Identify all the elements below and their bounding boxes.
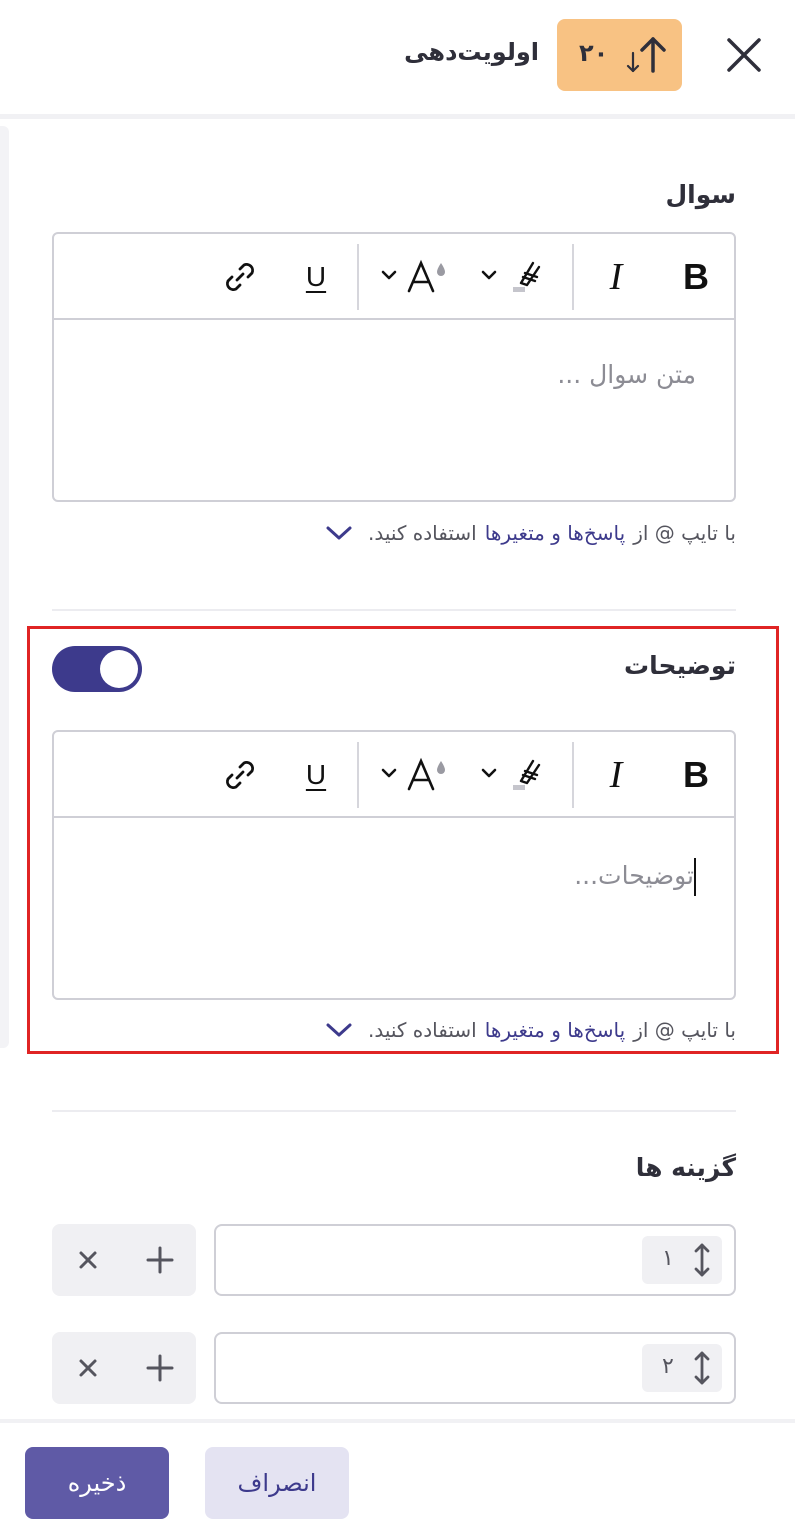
vertical-resize-icon bbox=[694, 1243, 710, 1277]
hint-prefix: با تایپ @ از bbox=[633, 1018, 736, 1042]
section-divider bbox=[52, 1110, 736, 1112]
drag-handle[interactable]: ۲ bbox=[642, 1344, 722, 1392]
option-index: ۲ bbox=[662, 1354, 674, 1379]
link-icon bbox=[226, 761, 254, 789]
underline-icon: U bbox=[305, 261, 327, 292]
toggle-knob bbox=[100, 650, 138, 688]
add-option-button[interactable] bbox=[130, 1224, 190, 1296]
option-actions bbox=[52, 1224, 196, 1296]
description-hint: با تایپ @ از پاسخ‌ها و متغیرها استفاده ک… bbox=[324, 1018, 736, 1042]
plus-icon bbox=[146, 1354, 174, 1382]
description-toggle[interactable] bbox=[52, 646, 142, 692]
font-color-icon bbox=[381, 757, 445, 791]
toolbar-divider bbox=[357, 742, 359, 808]
question-editor: B I U متن سوال ... bbox=[52, 232, 736, 502]
description-placeholder: توضیحات... bbox=[574, 861, 694, 890]
question-number: ۲۰ bbox=[579, 39, 609, 67]
question-type-badge: ۲۰ bbox=[557, 19, 682, 91]
toolbar-divider bbox=[572, 244, 574, 310]
header-divider bbox=[0, 114, 795, 119]
description-text-area[interactable]: توضیحات... bbox=[54, 820, 734, 998]
save-button[interactable]: ذخیره bbox=[25, 1447, 169, 1519]
section-divider bbox=[52, 609, 736, 611]
cancel-button[interactable]: انصراف bbox=[205, 1447, 349, 1519]
hint-suffix: استفاده کنید. bbox=[367, 521, 477, 545]
page-title: اولویت‌دهی bbox=[404, 38, 539, 66]
chevron-down-icon[interactable] bbox=[324, 1020, 354, 1040]
highlight-color-button[interactable] bbox=[474, 732, 560, 818]
description-editor: B I U توضیحات... bbox=[52, 730, 736, 1000]
question-text-area[interactable]: متن سوال ... bbox=[54, 322, 734, 500]
option-index: ۱ bbox=[662, 1246, 674, 1271]
editor-toolbar: B I U bbox=[54, 732, 734, 818]
chevron-down-icon[interactable] bbox=[324, 523, 354, 543]
sort-arrows-icon bbox=[626, 37, 666, 73]
remove-option-button[interactable] bbox=[58, 1332, 118, 1404]
option-input[interactable]: ۱ bbox=[214, 1224, 736, 1296]
question-hint: با تایپ @ از پاسخ‌ها و متغیرها استفاده ک… bbox=[324, 521, 736, 545]
modal-header: ۲۰ اولویت‌دهی bbox=[0, 0, 795, 114]
option-input[interactable]: ۲ bbox=[214, 1332, 736, 1404]
hint-suffix: استفاده کنید. bbox=[367, 1018, 477, 1042]
answers-variables-link[interactable]: پاسخ‌ها و متغیرها bbox=[485, 1018, 625, 1042]
highlighter-icon bbox=[481, 759, 541, 790]
editor-toolbar: B I U bbox=[54, 234, 734, 320]
italic-icon: I bbox=[609, 256, 623, 298]
link-button[interactable] bbox=[210, 732, 270, 818]
remove-option-button[interactable] bbox=[58, 1224, 118, 1296]
question-placeholder: متن سوال ... bbox=[557, 360, 696, 389]
toolbar-divider bbox=[572, 742, 574, 808]
font-color-button[interactable] bbox=[372, 732, 458, 818]
highlighter-icon bbox=[481, 261, 541, 292]
bold-icon: B bbox=[683, 754, 709, 795]
bold-button[interactable]: B bbox=[666, 234, 726, 320]
options-label: گزینه ها bbox=[635, 1153, 736, 1182]
close-button[interactable] bbox=[722, 33, 766, 77]
close-icon bbox=[79, 1359, 97, 1377]
link-button[interactable] bbox=[210, 234, 270, 320]
plus-icon bbox=[146, 1246, 174, 1274]
toolbar-divider bbox=[357, 244, 359, 310]
option-actions bbox=[52, 1332, 196, 1404]
font-color-icon bbox=[381, 259, 445, 293]
italic-button[interactable]: I bbox=[586, 234, 646, 320]
add-option-button[interactable] bbox=[130, 1332, 190, 1404]
italic-button[interactable]: I bbox=[586, 732, 646, 818]
link-icon bbox=[226, 263, 254, 291]
description-label: توضیحات bbox=[624, 651, 736, 680]
vertical-resize-icon bbox=[694, 1351, 710, 1385]
answers-variables-link[interactable]: پاسخ‌ها و متغیرها bbox=[485, 521, 625, 545]
text-caret bbox=[694, 858, 696, 896]
close-icon bbox=[79, 1251, 97, 1269]
font-color-button[interactable] bbox=[372, 234, 458, 320]
underline-button[interactable]: U bbox=[286, 732, 346, 818]
bold-button[interactable]: B bbox=[666, 732, 726, 818]
drag-handle[interactable]: ۱ bbox=[642, 1236, 722, 1284]
scroll-edge bbox=[0, 126, 9, 1048]
hint-prefix: با تایپ @ از bbox=[633, 521, 736, 545]
footer-divider bbox=[0, 1419, 795, 1423]
underline-icon: U bbox=[305, 759, 327, 790]
italic-icon: I bbox=[609, 754, 623, 796]
close-icon bbox=[727, 38, 761, 72]
question-label: سوال bbox=[665, 180, 736, 209]
underline-button[interactable]: U bbox=[286, 234, 346, 320]
highlight-color-button[interactable] bbox=[474, 234, 560, 320]
bold-icon: B bbox=[683, 256, 709, 297]
